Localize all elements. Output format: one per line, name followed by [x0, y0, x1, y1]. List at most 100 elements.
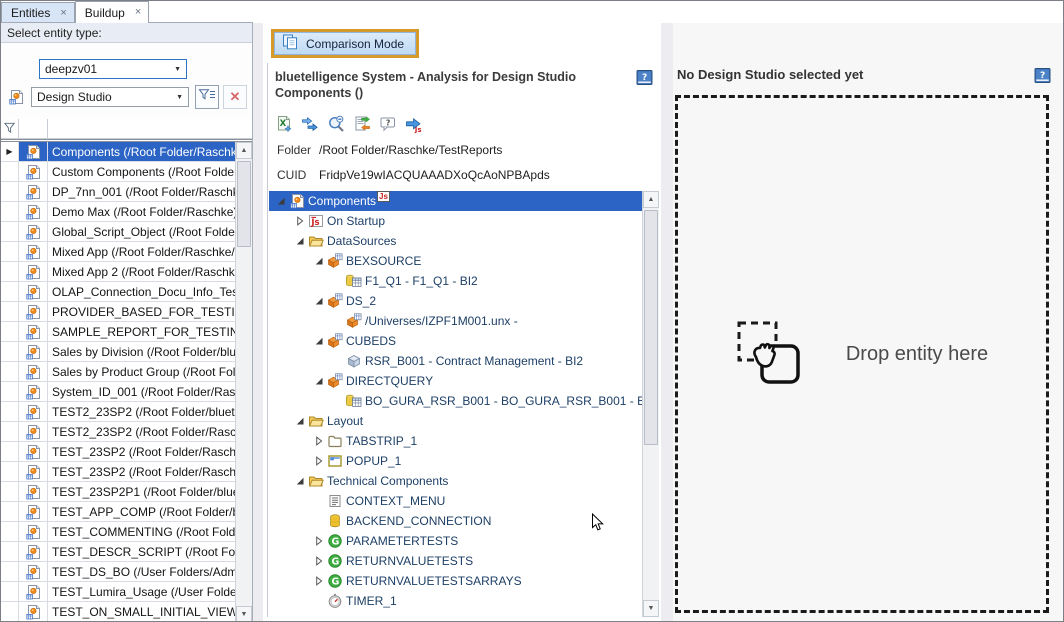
row-selector-cell[interactable]	[1, 242, 19, 261]
tab-buildup-close-icon[interactable]: ×	[135, 7, 141, 18]
row-selector-cell[interactable]	[1, 322, 19, 341]
tree-node[interactable]: DataSources	[269, 231, 642, 251]
row-selector-cell[interactable]	[1, 302, 19, 321]
entity-row[interactable]: ▶Components (/Root Folder/Raschke/Te	[1, 142, 235, 162]
document-compare-icon[interactable]	[353, 115, 371, 133]
row-selector-cell[interactable]	[1, 182, 19, 201]
tree-node[interactable]: TABSTRIP_1	[269, 431, 642, 451]
tree-node[interactable]: GRETURNVALUETESTS	[269, 551, 642, 571]
entity-row[interactable]: Sales by Division (/Root Folder/bluete	[1, 342, 235, 362]
tree-node[interactable]: CONTEXT_MENU	[269, 491, 642, 511]
entity-row[interactable]: TEST_23SP2P1 (/Root Folder/bluetelli	[1, 482, 235, 502]
entity-row[interactable]: Global_Script_Object (/Root Folder/R	[1, 222, 235, 242]
panel-splitter[interactable]	[253, 23, 263, 622]
tree-expand-icon[interactable]	[311, 534, 326, 548]
entity-row[interactable]: TEST2_23SP2 (/Root Folder/bluetellig	[1, 402, 235, 422]
panel-splitter[interactable]	[661, 23, 673, 622]
entity-drop-zone[interactable]: Drop entity here	[675, 95, 1049, 613]
tree-node[interactable]: BO_GURA_RSR_B001 - BO_GURA_RSR_B001 - BI…	[269, 391, 642, 411]
tree-node[interactable]: GRETURNVALUETESTSARRAYS	[269, 571, 642, 591]
entity-row[interactable]: Sales by Product Group (/Root Folder	[1, 362, 235, 382]
row-selector-cell[interactable]	[1, 502, 19, 521]
clear-filter-button[interactable]: ✕	[223, 85, 247, 109]
row-selector-cell[interactable]	[1, 202, 19, 221]
scroll-thumb[interactable]	[644, 210, 658, 445]
tree-node[interactable]: CUBEDS	[269, 331, 642, 351]
tree-node[interactable]: Technical Components	[269, 471, 642, 491]
tab-buildup[interactable]: Buildup ×	[75, 1, 149, 23]
entity-row[interactable]: SAMPLE_REPORT_FOR_TESTING_M (	[1, 322, 235, 342]
tree-collapse-icon[interactable]	[311, 294, 326, 308]
entity-type-dropdown[interactable]: Design Studio ▼	[31, 87, 189, 107]
scroll-up-button[interactable]: ▲	[643, 191, 659, 208]
scroll-down-button[interactable]: ▼	[643, 600, 659, 617]
tree-collapse-icon[interactable]	[292, 474, 307, 488]
entity-row[interactable]: TEST_Lumira_Usage (/User Folders/A	[1, 582, 235, 602]
entity-row[interactable]: TEST_DESCR_SCRIPT (/Root Folder/R	[1, 542, 235, 562]
export-excel-icon[interactable]: X	[275, 115, 293, 133]
tree-node[interactable]: TIMER_1	[269, 591, 642, 611]
row-selector-cell[interactable]: ▶	[1, 142, 19, 161]
export-js-icon[interactable]: Js	[405, 115, 423, 133]
tree-node[interactable]: JsOn Startup	[269, 211, 642, 231]
grid-filter-icon-cell[interactable]	[19, 119, 48, 138]
entity-row[interactable]: PROVIDER_BASED_FOR_TESTING (/F	[1, 302, 235, 322]
row-selector-cell[interactable]	[1, 162, 19, 181]
row-selector-cell[interactable]	[1, 402, 19, 421]
entity-row[interactable]: TEST_23SP2 (/Root Folder/Raschke/D	[1, 442, 235, 462]
tree-scrollbar[interactable]: ▲ ▼	[642, 191, 659, 617]
filter-settings-button[interactable]	[195, 85, 219, 109]
tree-node[interactable]: F1_Q1 - F1_Q1 - BI2	[269, 271, 642, 291]
tree-collapse-icon[interactable]	[311, 334, 326, 348]
entity-row[interactable]: TEST_23SP2 (/Root Folder/Raschke/L	[1, 462, 235, 482]
help-book-icon[interactable]: ?	[636, 69, 653, 86]
row-selector-cell[interactable]	[1, 522, 19, 541]
row-selector-cell[interactable]	[1, 562, 19, 581]
tree-expand-icon[interactable]	[292, 214, 307, 228]
row-selector-cell[interactable]	[1, 262, 19, 281]
tree-node[interactable]: DS_2	[269, 291, 642, 311]
scroll-thumb[interactable]	[237, 161, 251, 247]
entity-row[interactable]: DP_7nn_001 (/Root Folder/Raschke/T	[1, 182, 235, 202]
tree-collapse-icon[interactable]	[311, 374, 326, 388]
entity-row[interactable]: TEST_APP_COMP (/Root Folder/bluet	[1, 502, 235, 522]
row-selector-cell[interactable]	[1, 442, 19, 461]
row-selector-cell[interactable]	[1, 542, 19, 561]
tree-node[interactable]: Layout	[269, 411, 642, 431]
entity-row[interactable]: System_ID_001 (/Root Folder/Raschk	[1, 382, 235, 402]
row-selector-cell[interactable]	[1, 342, 19, 361]
transfer-arrows-icon[interactable]	[301, 115, 319, 133]
entity-row[interactable]: TEST_DS_BO (/User Folders/Administ	[1, 562, 235, 582]
entity-row[interactable]: OLAP_Connection_Docu_Info_Test (/	[1, 282, 235, 302]
tree-node[interactable]: ComponentsJs	[269, 191, 642, 211]
tree-collapse-icon[interactable]	[311, 254, 326, 268]
tree-node[interactable]: /Universes/IZPF1M001.unx -	[269, 311, 642, 331]
tree-node[interactable]: BEXSOURCE	[269, 251, 642, 271]
tree-node[interactable]: RSR_B001 - Contract Management - BI2	[269, 351, 642, 371]
row-selector-cell[interactable]	[1, 382, 19, 401]
tree-node[interactable]: BACKEND_CONNECTION	[269, 511, 642, 531]
tree-expand-icon[interactable]	[311, 574, 326, 588]
entity-list-scrollbar[interactable]: ▲ ▼	[235, 142, 252, 622]
tree-collapse-icon[interactable]	[292, 414, 307, 428]
tree-collapse-icon[interactable]	[273, 194, 288, 208]
comparison-mode-button[interactable]: Comparison Mode	[271, 29, 419, 58]
help-book-icon[interactable]: ?	[1034, 67, 1051, 84]
tree-node[interactable]: GPARAMETERTESTS	[269, 531, 642, 551]
grid-filter-row[interactable]	[1, 119, 252, 139]
tab-entities[interactable]: Entities ×	[1, 2, 75, 23]
scroll-down-button[interactable]: ▼	[236, 606, 252, 622]
tree-node[interactable]: POPUP_1	[269, 451, 642, 471]
row-selector-cell[interactable]	[1, 582, 19, 601]
scroll-up-button[interactable]: ▲	[236, 142, 252, 159]
entity-row[interactable]: TEST_COMMENTING (/Root Folder/bl	[1, 522, 235, 542]
row-selector-cell[interactable]	[1, 422, 19, 441]
row-selector-cell[interactable]	[1, 362, 19, 381]
tree-collapse-icon[interactable]	[292, 234, 307, 248]
row-selector-cell[interactable]	[1, 222, 19, 241]
entity-row[interactable]: TEST_ON_SMALL_INITIAL_VIEW (/Rc	[1, 602, 235, 622]
tree-expand-icon[interactable]	[311, 454, 326, 468]
tree-expand-icon[interactable]	[311, 554, 326, 568]
tree-node[interactable]: DIRECTQUERY	[269, 371, 642, 391]
tree-expand-icon[interactable]	[311, 434, 326, 448]
